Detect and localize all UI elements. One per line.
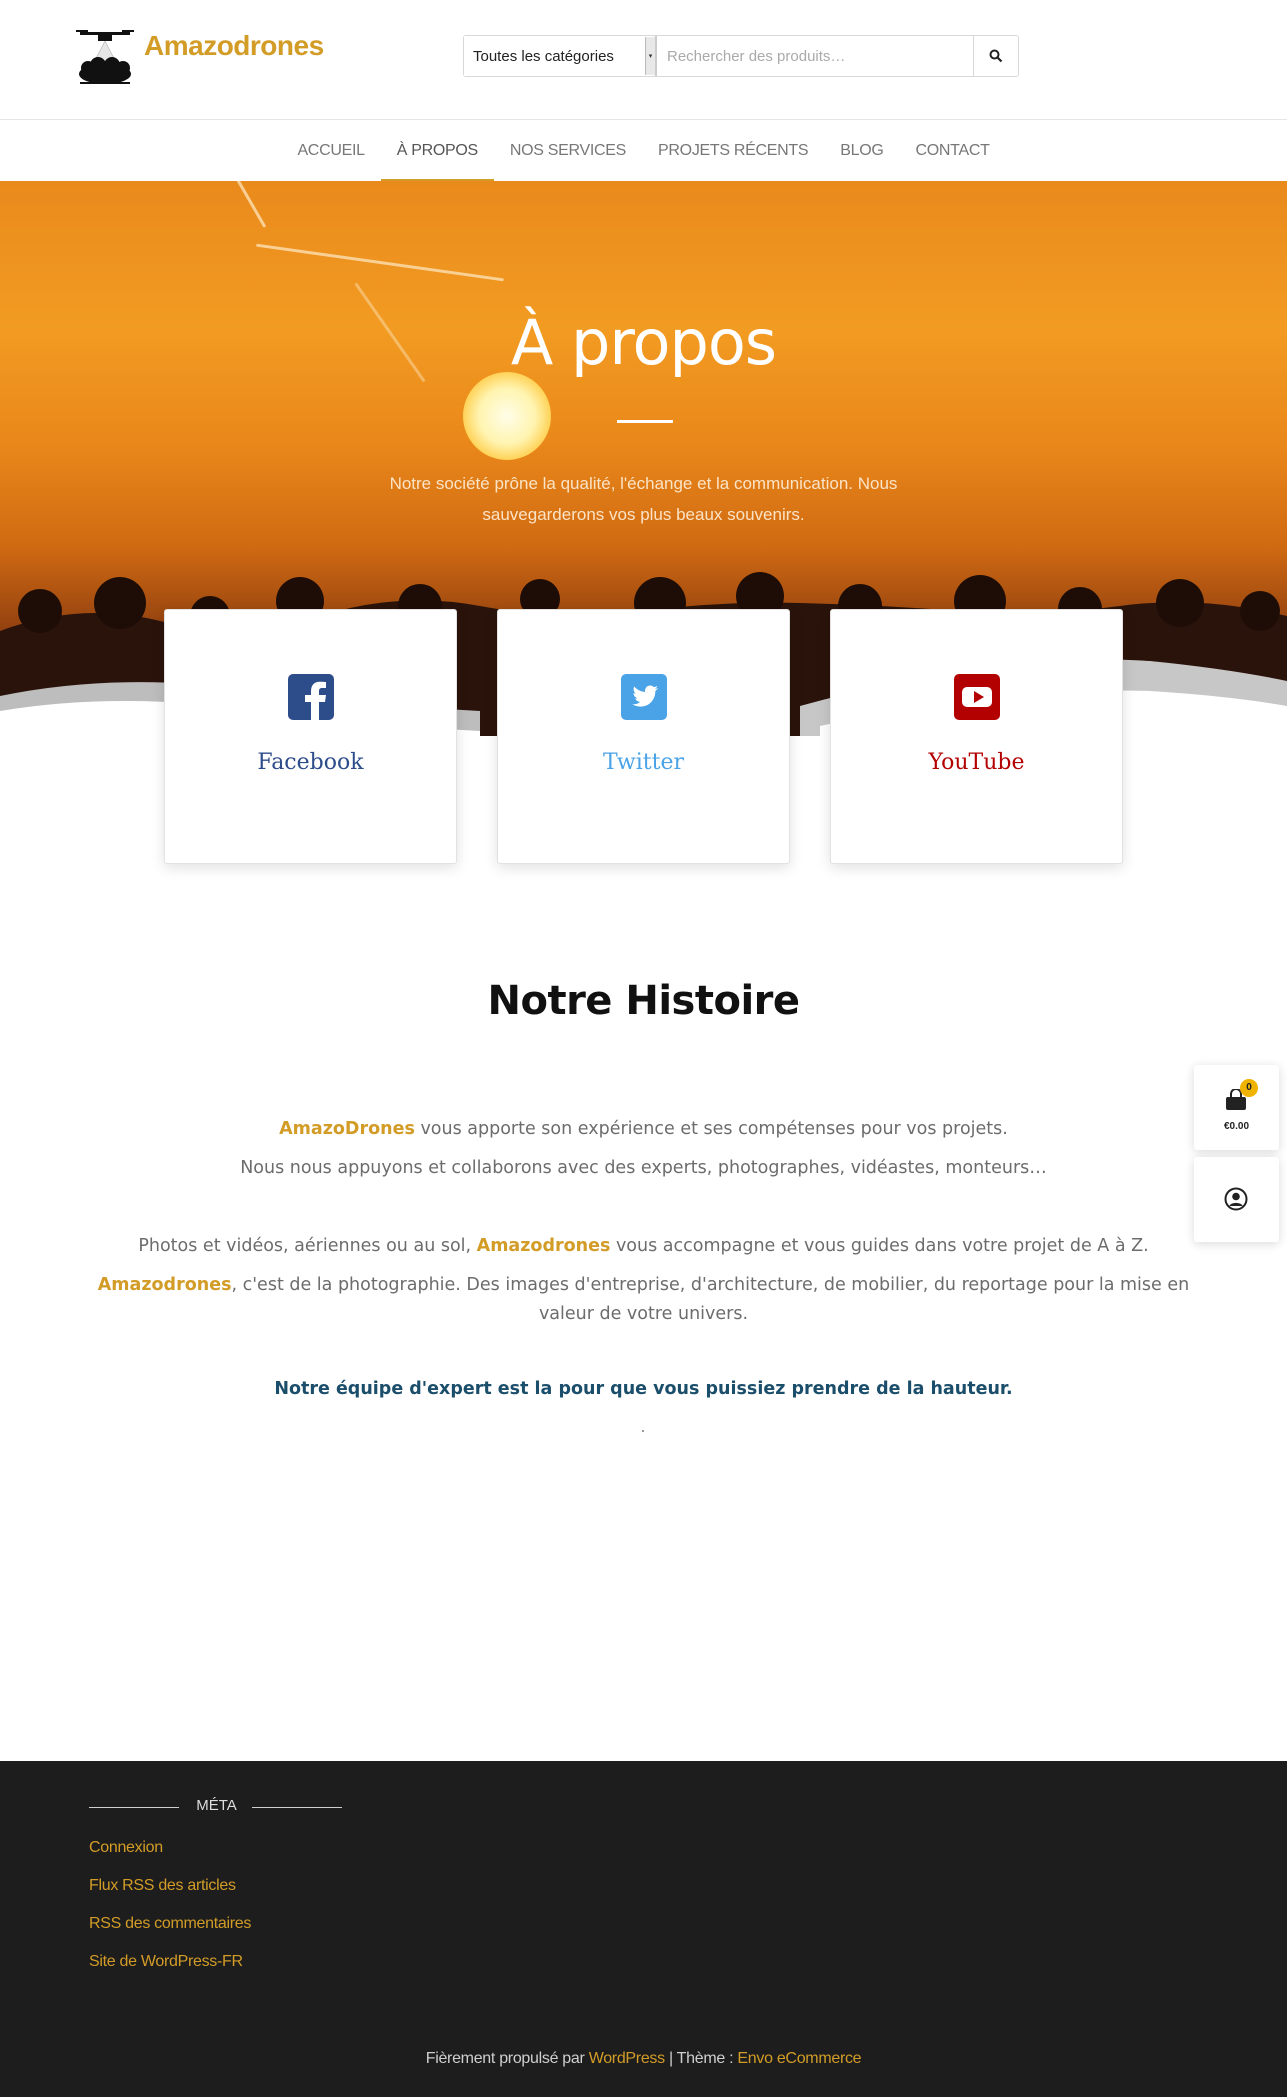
nav-item-accueil[interactable]: ACCUEIL <box>281 121 380 181</box>
heading-line <box>252 1807 342 1808</box>
history-paragraph-1: AmazoDrones vous apporte son expérience … <box>60 1115 1227 1144</box>
hero-description: Notre société prône la qualité, l'échang… <box>360 468 927 530</box>
hero-title: À propos <box>510 306 777 379</box>
hero-text-line-2: sauvegarderons vos plus beaux souvenirs. <box>482 505 805 524</box>
facebook-card[interactable]: Facebook <box>164 609 457 864</box>
meta-widget-heading: MÉTA <box>89 1795 344 1819</box>
sky-contrail <box>256 243 504 282</box>
twitter-label: Twitter <box>603 750 684 775</box>
paragraph-text: Nous nous appuyons et collaborons avec d… <box>240 1158 1047 1178</box>
theme-link[interactable]: Envo eCommerce <box>737 2050 861 2067</box>
wordpress-link[interactable]: WordPress <box>589 2050 665 2067</box>
main-navigation: ACCUEIL À PROPOS NOS SERVICES PROJETS RÉ… <box>0 121 1287 181</box>
product-search-form: Toutes les catégories ▾ Rechercher des p… <box>463 35 1019 77</box>
facebook-icon <box>288 674 334 720</box>
facebook-label: Facebook <box>257 750 364 775</box>
cart-count-badge: 0 <box>1240 1079 1258 1097</box>
youtube-icon <box>954 674 1000 720</box>
paragraph-text: vous accompagne et vous guides dans votr… <box>610 1236 1149 1256</box>
team-statement: Notre équipe d'expert est la pour que vo… <box>274 1379 1013 1399</box>
history-paragraph-4: Amazodrones, c'est de la photographie. D… <box>60 1271 1227 1329</box>
cart-widget[interactable]: 0 €0.00 <box>1194 1065 1279 1150</box>
cart-total: €0.00 <box>1223 1121 1250 1132</box>
site-header: Amazodrones Toutes les catégories ▾ Rech… <box>0 0 1287 120</box>
paragraph-text: , c'est de la photographie. Des images d… <box>231 1275 1190 1295</box>
paragraph-text: valeur de votre univers. <box>538 1304 749 1324</box>
paragraph-text: Photos et vidéos, aériennes ou au sol, <box>138 1236 477 1256</box>
footer-credits: Fièrement propulsé par WordPress | Thème… <box>0 2050 1287 2068</box>
youtube-card[interactable]: YouTube <box>830 609 1123 864</box>
history-title: Notre Histoire <box>487 978 800 1024</box>
meta-link-wordpress-fr[interactable]: Site de WordPress-FR <box>89 1953 251 1991</box>
twitter-icon <box>621 674 667 720</box>
nav-item-projets-recents[interactable]: PROJETS RÉCENTS <box>642 121 824 181</box>
credits-separator: | Thème : <box>664 2050 738 2067</box>
brand-highlight: Amazodrones <box>476 1236 611 1256</box>
meta-link-connexion[interactable]: Connexion <box>89 1839 251 1877</box>
twitter-card[interactable]: Twitter <box>497 609 790 864</box>
user-account-icon <box>1224 1187 1248 1211</box>
site-title[interactable]: Amazodrones <box>144 30 324 62</box>
nav-item-contact[interactable]: CONTACT <box>900 121 1006 181</box>
separator-dot <box>642 1430 644 1432</box>
history-paragraph-3: Photos et vidéos, aériennes ou au sol, A… <box>60 1232 1227 1261</box>
sun-image <box>463 372 551 460</box>
nav-item-blog[interactable]: BLOG <box>824 121 899 181</box>
search-icon <box>989 49 1003 63</box>
brand-highlight: AmazoDrones <box>279 1119 415 1139</box>
search-input[interactable]: Rechercher des produits… <box>657 36 973 76</box>
brand-highlight: Amazodrones <box>97 1275 232 1295</box>
nav-item-a-propos[interactable]: À PROPOS <box>380 121 495 181</box>
hero-text-line-1: Notre société prône la qualité, l'échang… <box>389 474 898 493</box>
search-button[interactable] <box>973 36 1018 76</box>
hero-divider <box>617 420 673 423</box>
meta-title: MÉTA <box>196 1797 237 1814</box>
history-paragraph-2: Nous nous appuyons et collaborons avec d… <box>60 1154 1227 1183</box>
credits-prefix: Fièrement propulsé par <box>425 2050 589 2067</box>
meta-link-rss-articles[interactable]: Flux RSS des articles <box>89 1877 251 1915</box>
category-select[interactable]: Toutes les catégories ▾ <box>464 36 657 76</box>
meta-link-rss-comments[interactable]: RSS des commentaires <box>89 1915 251 1953</box>
dropdown-arrow-icon: ▾ <box>645 37 655 75</box>
nav-item-nos-services[interactable]: NOS SERVICES <box>494 121 642 181</box>
sky-contrail <box>223 181 267 228</box>
drone-logo-icon[interactable] <box>74 28 136 90</box>
meta-links: Connexion Flux RSS des articles RSS des … <box>89 1839 251 1991</box>
youtube-label: YouTube <box>928 750 1025 775</box>
category-select-value: Toutes les catégories <box>473 47 614 65</box>
account-widget[interactable] <box>1194 1157 1279 1242</box>
site-footer: MÉTA Connexion Flux RSS des articles RSS… <box>0 1761 1287 2097</box>
paragraph-text: vous apporte son expérience et ses compé… <box>414 1119 1008 1139</box>
